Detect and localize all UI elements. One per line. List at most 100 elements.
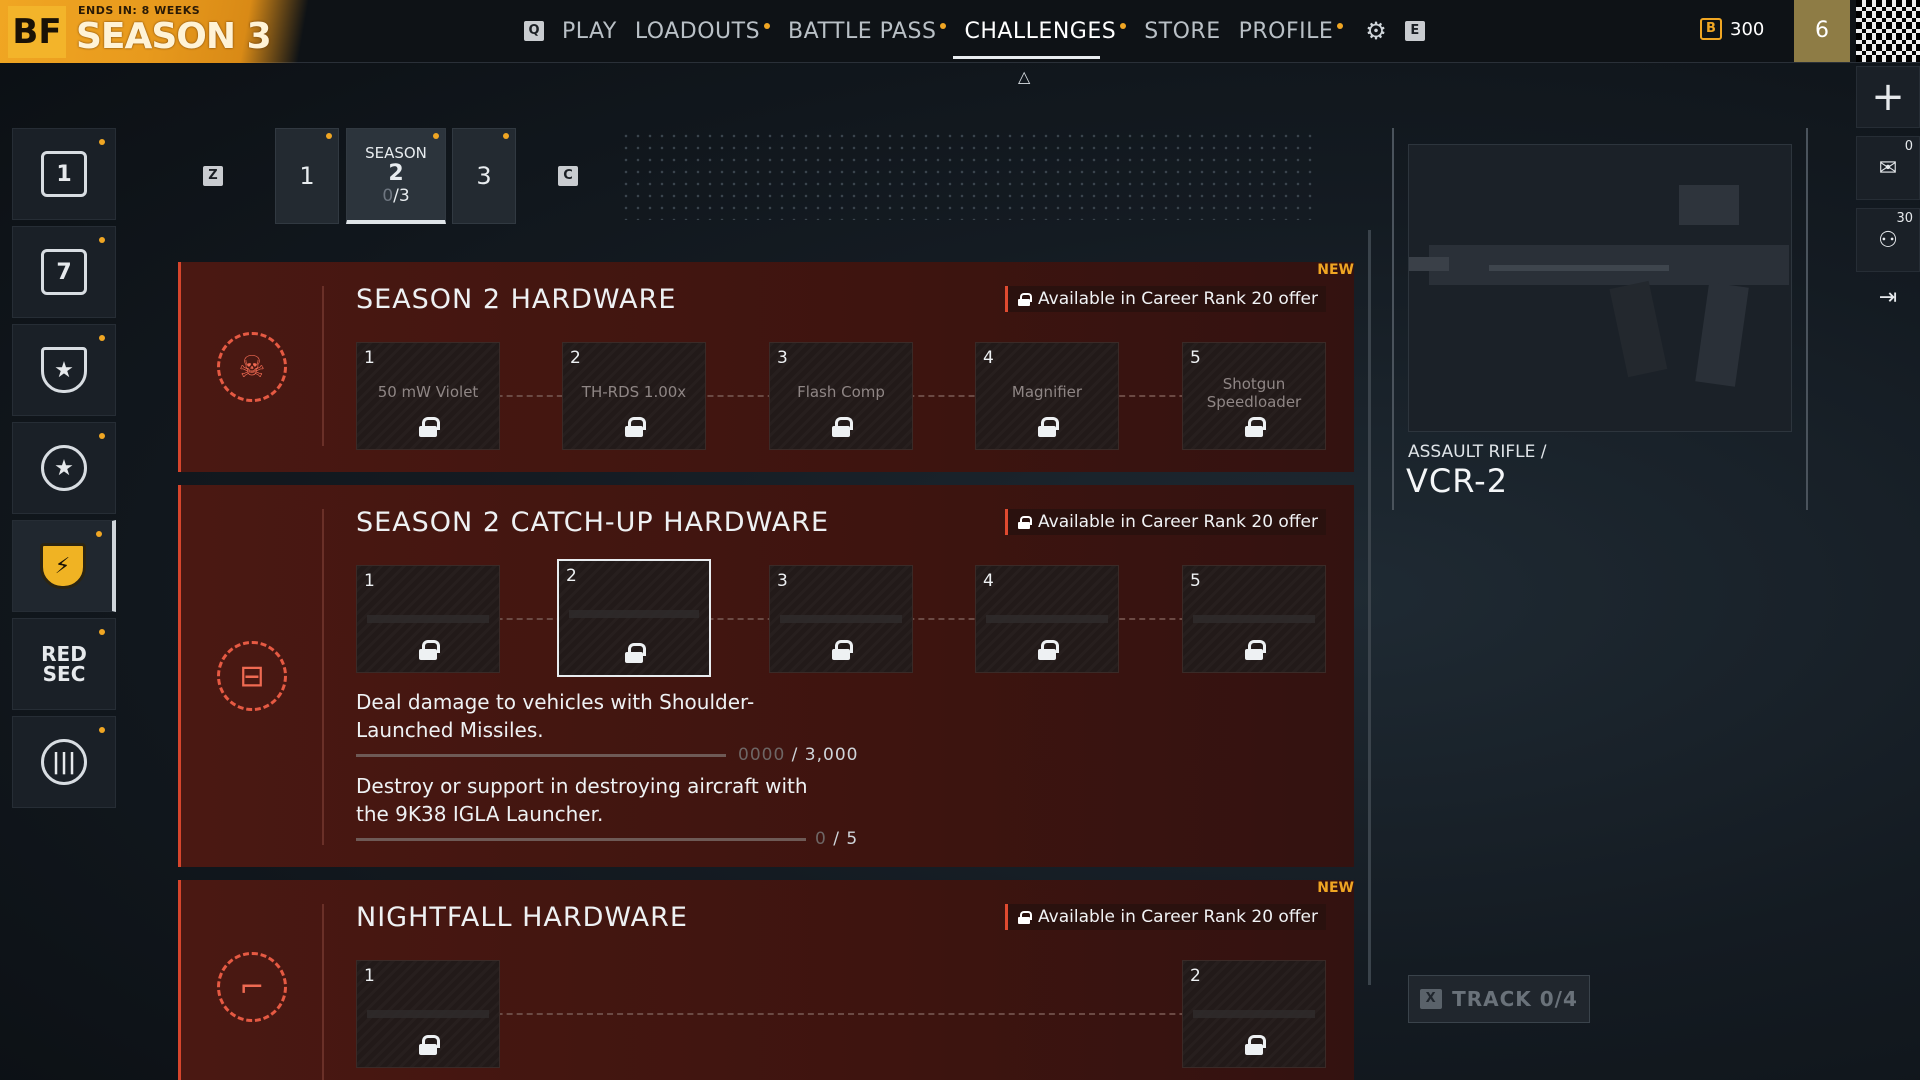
- reward-item[interactable]: 3 Flash Comp: [769, 342, 913, 450]
- decorative-dot-grid: [620, 130, 1320, 220]
- track-button[interactable]: X TRACK 0/4: [1408, 975, 1590, 1023]
- rail-career[interactable]: ★: [12, 324, 116, 416]
- reward-item[interactable]: 4: [975, 565, 1119, 673]
- reward-item[interactable]: 1 50 mW Violet: [356, 342, 500, 450]
- item-number: 1: [364, 348, 375, 368]
- lock-icon: [1018, 515, 1033, 529]
- item-number: 1: [364, 571, 375, 591]
- reward-item[interactable]: 3: [769, 565, 913, 673]
- item-label: TH-RDS 1.00x: [581, 383, 687, 401]
- reward-track: 1 50 mW Violet 2 TH-RDS 1.00x 3 Flash Comp …: [356, 342, 1326, 450]
- calendar-day-icon: 1: [41, 151, 87, 197]
- reward-item[interactable]: 1: [356, 565, 500, 673]
- notification-dot: [99, 433, 105, 439]
- mail-icon[interactable]: ✉ 0: [1856, 136, 1920, 200]
- rail-mastery[interactable]: ★: [12, 422, 116, 514]
- seasonal-shield-icon: ⚡: [39, 543, 86, 589]
- item-number: 2: [566, 566, 577, 586]
- notification-dot: [764, 23, 771, 29]
- notification-dot: [1120, 23, 1127, 29]
- track-connector: [356, 1013, 1326, 1015]
- track-label: TRACK 0/4: [1452, 987, 1578, 1011]
- lock-icon: [1245, 640, 1266, 660]
- reward-item[interactable]: 4 Magnifier: [975, 342, 1119, 450]
- gear-icon[interactable]: ⚙: [1365, 17, 1387, 45]
- currency-icon: B: [1700, 18, 1722, 40]
- panel-title: NIGHTFALL HARDWARE: [356, 902, 688, 933]
- challenge-panel-catchup-hardware[interactable]: ⊟ SEASON 2 CATCH-UP HARDWARE Available i…: [178, 485, 1354, 867]
- challenge-panel-season2-hardware[interactable]: ☠ SEASON 2 HARDWARE NEW Available in Car…: [178, 262, 1354, 472]
- nav-label: CHALLENGES: [964, 18, 1117, 44]
- player-card-icon[interactable]: [1856, 0, 1920, 62]
- lock-icon: [625, 643, 646, 663]
- bf-logo: BF: [8, 6, 66, 58]
- rank-badge[interactable]: 6: [1794, 0, 1850, 62]
- nav-store[interactable]: STORE: [1144, 19, 1220, 44]
- season-tab-label: 2: [388, 160, 404, 186]
- lock-icon: [832, 640, 853, 660]
- rifle-render: [1409, 185, 1789, 387]
- currency-amount: 300: [1730, 18, 1765, 40]
- weapon-thumbnail: [1193, 1001, 1315, 1027]
- rail-weekly[interactable]: 7: [12, 226, 116, 318]
- item-number: 4: [983, 348, 994, 368]
- reward-item[interactable]: 2: [1182, 960, 1326, 1068]
- lock-icon: [1018, 292, 1033, 306]
- weapon-name: VCR-2: [1406, 462, 1509, 500]
- item-label: 50 mW Violet: [377, 383, 479, 401]
- reward-item-selected[interactable]: 2: [557, 559, 711, 677]
- item-label: Magnifier: [1011, 383, 1083, 401]
- weapon-category: ASSAULT RIFLE /: [1408, 442, 1547, 462]
- item-number: 1: [364, 966, 375, 986]
- panel-title: SEASON 2 CATCH-UP HARDWARE: [356, 507, 830, 538]
- season-tab-2[interactable]: SEASON 2 0/3: [346, 128, 446, 224]
- rail-seasonal[interactable]: ⚡: [12, 520, 116, 612]
- rail-daily[interactable]: 1: [12, 128, 116, 220]
- panel-scrollbar[interactable]: [1368, 230, 1371, 985]
- reward-item[interactable]: 1: [356, 960, 500, 1068]
- lock-icon: [1245, 1035, 1266, 1055]
- reward-item[interactable]: 5 Shotgun Speedloader: [1182, 342, 1326, 450]
- lock-icon: [419, 640, 440, 660]
- season-tab-1[interactable]: 1: [275, 128, 339, 224]
- item-number: 2: [570, 348, 581, 368]
- progress-total: /3: [393, 185, 410, 206]
- next-season-key[interactable]: C: [558, 166, 578, 186]
- prev-season-key[interactable]: Z: [203, 166, 223, 186]
- challenge-panel-nightfall-hardware[interactable]: ⌐ NIGHTFALL HARDWARE NEW Available in Ca…: [178, 880, 1354, 1080]
- season-tab-3[interactable]: 3: [452, 128, 516, 224]
- nav-active-underline: [953, 56, 1100, 59]
- challenge-progress-bar: [356, 838, 806, 841]
- nav-battle-pass[interactable]: BATTLE PASS: [788, 19, 947, 44]
- item-number: 3: [777, 571, 788, 591]
- nav-loadouts[interactable]: LOADOUTS: [634, 18, 771, 44]
- panel-divider: [322, 509, 324, 845]
- skull-crossbones-icon: ☠: [217, 332, 287, 402]
- new-badge: NEW: [1317, 262, 1354, 278]
- item-number: 2: [1190, 966, 1201, 986]
- progress-current: 0: [815, 829, 827, 849]
- weapon-thumbnail: [367, 1001, 489, 1027]
- weapon-thumbnail: [780, 606, 902, 632]
- nav-profile[interactable]: PROFILE: [1239, 19, 1344, 44]
- lock-icon: [1038, 640, 1059, 660]
- nav-label: PROFILE: [1238, 18, 1334, 44]
- reward-item[interactable]: 5: [1182, 565, 1326, 673]
- challenge-description: Destroy or support in destroying aircraf…: [356, 774, 808, 826]
- rail-redsec[interactable]: RED SEC: [12, 618, 116, 710]
- rail-faction[interactable]: |||: [12, 716, 116, 808]
- offer-text: Available in Career Rank 20 offer: [1038, 289, 1318, 309]
- notification-dot: [99, 335, 105, 341]
- grenade-icon: ⊟: [217, 641, 287, 711]
- track-key-hint: X: [1420, 989, 1443, 1009]
- item-number: 5: [1190, 571, 1201, 591]
- exit-icon[interactable]: ⇥: [1856, 280, 1920, 314]
- plus-icon[interactable]: +: [1856, 66, 1920, 128]
- nav-play[interactable]: PLAY: [562, 19, 617, 44]
- nav-label: LOADOUTS: [634, 18, 761, 44]
- squad-icon[interactable]: ⚇ 30: [1856, 208, 1920, 272]
- weapon-thumbnail: [367, 606, 489, 632]
- reward-item[interactable]: 2 TH-RDS 1.00x: [562, 342, 706, 450]
- season-tab-label: 3: [476, 162, 492, 190]
- nav-challenges[interactable]: CHALLENGES: [964, 18, 1127, 44]
